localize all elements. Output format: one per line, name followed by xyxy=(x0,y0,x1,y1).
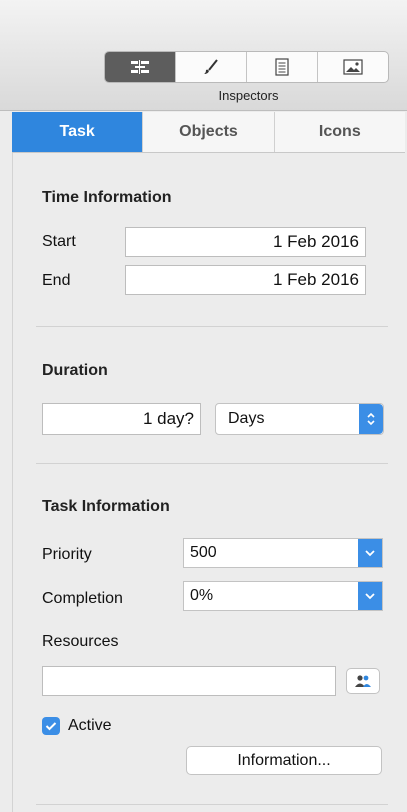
checkmark-icon xyxy=(45,722,57,731)
image-inspector-button[interactable] xyxy=(318,52,388,82)
resources-label: Resources xyxy=(42,633,119,650)
divider xyxy=(36,804,388,805)
people-icon xyxy=(355,675,371,687)
chevron-down-icon[interactable] xyxy=(358,582,382,610)
active-label: Active xyxy=(68,717,112,734)
duration-heading: Duration xyxy=(42,362,108,379)
active-checkbox[interactable] xyxy=(42,717,60,735)
end-date-field[interactable]: 1 Feb 2016 xyxy=(125,265,366,295)
inspectors-caption: Inspectors xyxy=(218,88,279,103)
inspector-tabs: Task Objects Icons xyxy=(12,112,405,153)
image-icon xyxy=(343,59,363,75)
document-inspector-button[interactable] xyxy=(247,52,318,82)
chevron-down-icon[interactable] xyxy=(358,539,382,567)
inspector-header: Inspectors xyxy=(0,0,407,111)
task-information-heading: Task Information xyxy=(42,498,170,515)
duration-unit-value: Days xyxy=(228,410,265,427)
end-label: End xyxy=(42,272,71,289)
priority-value: 500 xyxy=(190,544,217,561)
time-information-heading: Time Information xyxy=(42,189,172,206)
style-inspector-button[interactable] xyxy=(176,52,247,82)
tab-objects[interactable]: Objects xyxy=(143,112,275,152)
completion-combo[interactable]: 0% xyxy=(183,581,383,611)
priority-label: Priority xyxy=(42,546,92,563)
popup-stepper-icon xyxy=(359,404,383,434)
active-checkbox-row[interactable]: Active xyxy=(42,717,112,735)
style-brush-icon xyxy=(204,59,218,74)
priority-combo[interactable]: 500 xyxy=(183,538,383,568)
inspector-segmented-control xyxy=(104,51,389,83)
start-date-field[interactable]: 1 Feb 2016 xyxy=(125,227,366,257)
task-inspector-button[interactable] xyxy=(105,52,176,82)
resources-field[interactable] xyxy=(42,666,336,696)
resources-picker-button[interactable] xyxy=(346,668,380,694)
duration-field[interactable]: 1 day? xyxy=(42,403,201,435)
duration-unit-popup[interactable]: Days xyxy=(215,403,384,435)
divider xyxy=(36,326,388,327)
divider xyxy=(36,463,388,464)
start-label: Start xyxy=(42,233,76,250)
document-icon xyxy=(275,58,289,76)
completion-label: Completion xyxy=(42,590,123,607)
information-button[interactable]: Information... xyxy=(186,746,382,775)
tab-icons[interactable]: Icons xyxy=(274,112,405,152)
tab-task[interactable]: Task xyxy=(12,112,144,152)
completion-value: 0% xyxy=(190,587,214,604)
task-inspector-icon xyxy=(131,60,149,74)
